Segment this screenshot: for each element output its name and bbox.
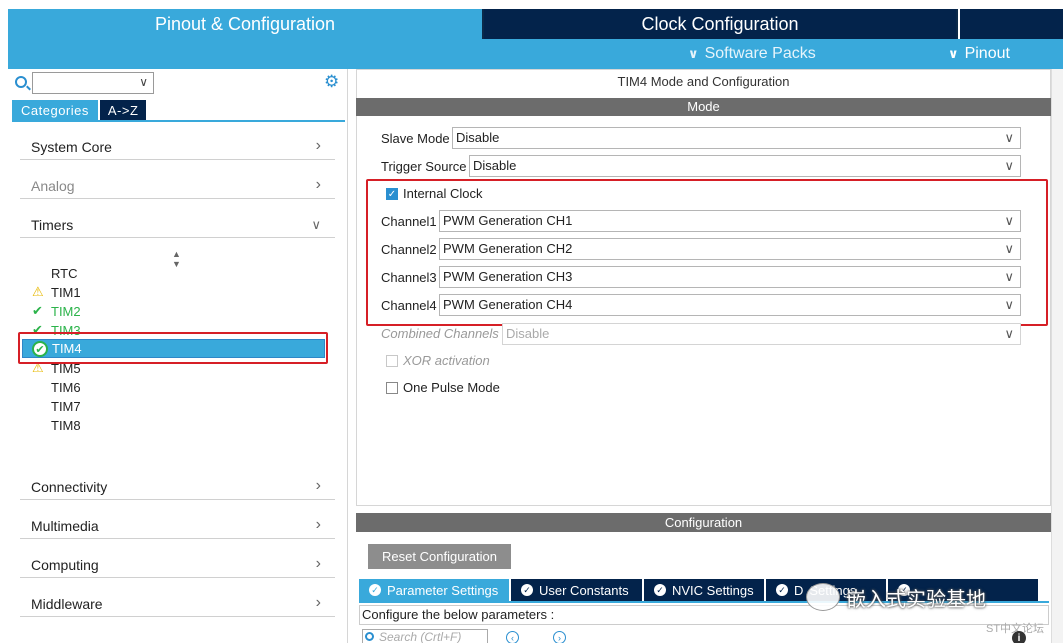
slave-mode-label: Slave Mode — [381, 131, 450, 146]
combined-channels-label: Combined Channels — [381, 326, 499, 341]
timer-item-tim2[interactable]: ✔ TIM2 — [22, 302, 325, 321]
tab-label: NVIC Settings — [672, 582, 754, 598]
category-tabs: Categories A->Z — [12, 100, 147, 120]
category-computing[interactable]: Computing › — [20, 552, 335, 578]
chevron-down-icon: ∨ — [688, 46, 699, 61]
parameter-search-input[interactable]: Search (Crtl+F) — [362, 629, 488, 643]
chevron-right-icon: › — [315, 555, 321, 572]
chevron-down-icon: ∨ — [948, 46, 959, 61]
check-circle-icon: ✓ — [654, 584, 666, 596]
panel-title: TIM4 Mode and Configuration — [617, 74, 790, 89]
one-pulse-mode-checkbox[interactable] — [386, 382, 398, 394]
parameter-search-placeholder: Search (Crtl+F) — [379, 630, 462, 643]
tab-label: User Constants — [539, 582, 629, 598]
category-label: Middleware — [31, 595, 103, 612]
collapse-all-icon[interactable]: ‹ — [506, 631, 519, 643]
timer-label: TIM2 — [51, 304, 81, 319]
search-row: ∨ ⚙ — [8, 72, 348, 96]
timer-label: RTC — [51, 266, 78, 281]
configuration-section-header: Configuration — [356, 513, 1051, 532]
category-timers[interactable]: Timers ∨ — [20, 212, 335, 238]
xor-activation-label: XOR activation — [403, 353, 490, 368]
chevron-right-icon: › — [315, 594, 321, 611]
category-label: Analog — [31, 177, 75, 194]
timer-item-tim7[interactable]: TIM7 — [22, 397, 325, 416]
software-packs-menu[interactable]: ∨ Software Packs — [688, 39, 816, 69]
tab-a-to-z[interactable]: A->Z — [99, 100, 147, 120]
combined-channels-value: Disable — [506, 326, 550, 341]
mode-section-header: Mode — [356, 98, 1051, 116]
chevron-right-icon: › — [315, 477, 321, 494]
chevron-down-icon: ∨ — [1004, 130, 1014, 145]
timer-label: TIM8 — [51, 418, 81, 433]
tab-categories[interactable]: Categories — [12, 100, 98, 120]
one-pulse-mode-label: One Pulse Mode — [403, 380, 500, 395]
tab-clock-configuration[interactable]: Clock Configuration — [484, 9, 956, 39]
category-multimedia[interactable]: Multimedia › — [20, 513, 335, 539]
chevron-down-icon: ∨ — [1004, 158, 1014, 173]
check-circle-icon: ✓ — [369, 584, 381, 596]
combined-channels-select: Disable ∨ — [502, 323, 1021, 345]
tab-pinout-configuration[interactable]: Pinout & Configuration — [8, 9, 482, 39]
category-middleware[interactable]: Middleware › — [20, 591, 335, 617]
timer-item-tim1[interactable]: ⚠ TIM1 — [22, 283, 325, 302]
chevron-right-icon: › — [315, 516, 321, 533]
timer-label: TIM1 — [51, 285, 81, 300]
category-connectivity[interactable]: Connectivity › — [20, 474, 335, 500]
expand-all-icon[interactable]: › — [553, 631, 566, 643]
chevron-down-icon[interactable]: ∨ — [139, 75, 148, 89]
search-icon — [365, 632, 374, 641]
tab-parameter-settings[interactable]: ✓ Parameter Settings — [359, 579, 509, 601]
category-label: Multimedia — [31, 517, 99, 534]
tab-label-partial: D — [794, 582, 804, 598]
check-icon: ✔ — [32, 303, 43, 318]
timer-label: TIM7 — [51, 399, 81, 414]
xor-activation-checkbox — [386, 355, 398, 367]
info-icon[interactable]: i — [1012, 631, 1026, 643]
sub-bar — [8, 39, 1063, 69]
category-label: Connectivity — [31, 478, 108, 495]
slave-mode-value: Disable — [456, 130, 500, 145]
timer-item-tim8[interactable]: TIM8 — [22, 416, 325, 435]
slave-mode-select[interactable]: Disable ∨ — [452, 127, 1021, 149]
search-input[interactable]: ∨ — [32, 72, 154, 94]
chevron-down-icon: ∨ — [311, 217, 321, 232]
tab-underline — [12, 120, 345, 122]
trigger-source-value: Disable — [473, 158, 517, 173]
gear-icon[interactable]: ⚙ — [324, 73, 339, 91]
watermark-text: 嵌入式实验基地 — [846, 588, 986, 611]
highlight-box — [366, 179, 1048, 326]
tab-extra[interactable] — [958, 9, 1063, 39]
warning-icon: ⚠ — [32, 284, 44, 299]
category-system-core[interactable]: System Core › — [20, 134, 335, 160]
watermark: 嵌入式实验基地 — [806, 582, 986, 612]
trigger-source-select[interactable]: Disable ∨ — [469, 155, 1021, 177]
check-circle-icon: ✓ — [521, 584, 533, 596]
tab-label: Parameter Settings — [387, 582, 499, 598]
chevron-down-icon: ∨ — [1004, 326, 1014, 341]
timer-label: TIM6 — [51, 380, 81, 395]
software-packs-label: Software Packs — [704, 45, 816, 62]
pinout-label: Pinout — [964, 45, 1010, 62]
timer-item-tim6[interactable]: TIM6 — [22, 378, 325, 397]
category-label: Computing — [31, 556, 99, 573]
trigger-source-label: Trigger Source — [381, 159, 467, 174]
category-label: System Core — [31, 138, 112, 155]
chevron-right-icon: › — [315, 137, 321, 154]
chevron-right-icon: › — [315, 176, 321, 193]
timer-item-rtc[interactable]: RTC — [22, 264, 325, 283]
check-circle-icon: ✓ — [776, 584, 788, 596]
right-edge-panel — [1051, 69, 1063, 643]
search-icon[interactable] — [15, 76, 27, 88]
tab-user-constants[interactable]: ✓ User Constants — [511, 579, 642, 601]
reset-configuration-button[interactable]: Reset Configuration — [368, 544, 511, 569]
category-label: Timers — [31, 216, 74, 233]
pinout-menu[interactable]: ∨ Pinout — [948, 39, 1010, 69]
tab-nvic-settings[interactable]: ✓ NVIC Settings — [644, 579, 764, 601]
category-analog[interactable]: Analog › — [20, 173, 335, 199]
wechat-logo-icon — [806, 583, 840, 611]
highlight-box — [18, 332, 328, 364]
